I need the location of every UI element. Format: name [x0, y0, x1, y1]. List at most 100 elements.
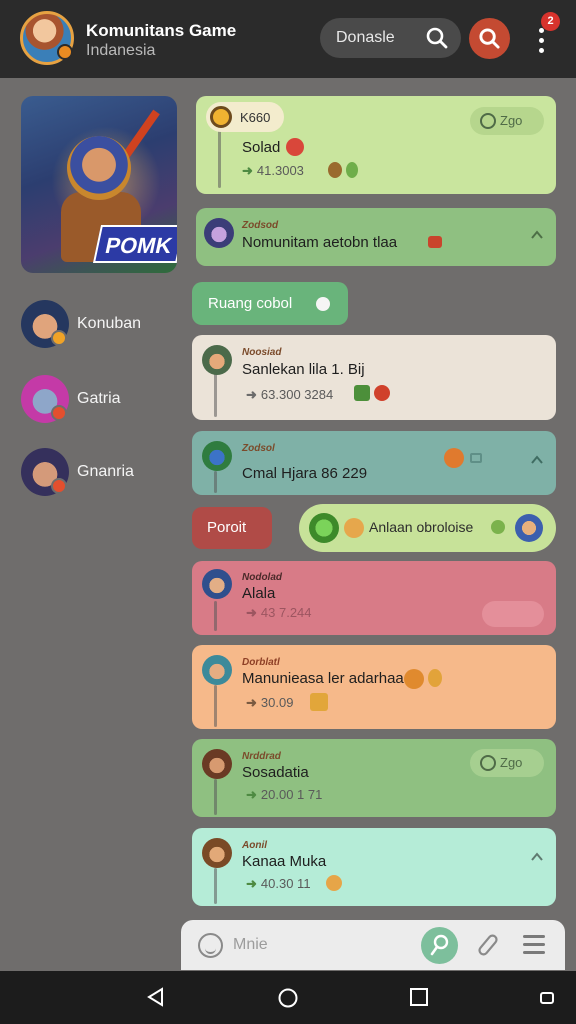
message-meta: ➜ 43 7.244 [246, 605, 312, 620]
message-meta: ➜ 63.300 3284 [246, 387, 334, 402]
search-icon [426, 27, 448, 49]
app-header: Komunitans Game Indanesia Donasle 2 [0, 0, 576, 78]
notification-badge: 2 [541, 12, 560, 31]
chat-pill[interactable]: Anlaan obroloise [299, 504, 556, 552]
rotate-icon[interactable] [539, 990, 555, 1006]
message-card[interactable]: Zodsod Nomunitam aetobn tlaa [196, 208, 556, 266]
gift-icon [310, 693, 328, 711]
egg-icon [328, 162, 342, 178]
featured-game-card[interactable]: POMK [21, 96, 177, 273]
avatar [202, 749, 232, 779]
message-text: Kanaa Muka [242, 853, 327, 870]
thumb-icon [491, 520, 505, 534]
search-circle-icon [479, 28, 500, 49]
message-text: Sanlekan lila 1. Bij [242, 361, 365, 378]
mic-button[interactable] [421, 927, 458, 964]
flame-icon [428, 669, 442, 687]
hero-graphic [67, 136, 131, 200]
message-text: Cmal Hjara 86 229 [242, 465, 368, 482]
message-text: Solad [242, 139, 281, 156]
message-meta: ➜ 20.00 1 71 [246, 787, 323, 802]
expand-icon[interactable] [530, 228, 544, 242]
search-action-button[interactable] [469, 18, 510, 59]
message-composer: Mnie [181, 920, 565, 970]
back-icon[interactable] [146, 987, 166, 1007]
search-pill-label: Donasle [336, 29, 395, 46]
reply-icon [480, 113, 496, 129]
message-meta: ➜ 41.3003 [242, 163, 304, 178]
reply-button[interactable]: Zgo [470, 749, 544, 777]
message-card[interactable]: Aonil Kanaa Muka ➜ 40.30 11 [192, 828, 556, 906]
message-user: Noosiad [242, 347, 282, 358]
status-badge [51, 405, 67, 421]
video-icon [470, 453, 482, 463]
sidebar-item-label: Konuban [77, 315, 142, 332]
message-card[interactable]: Noosiad Sanlekan lila 1. Bij ➜ 63.300 328… [192, 335, 556, 420]
message-meta: ➜ 40.30 11 [246, 876, 311, 891]
emoji-reaction-icon [444, 448, 464, 468]
reply-icon [480, 755, 496, 771]
page-subtitle: Indanesia [86, 42, 156, 59]
avatar [202, 569, 232, 599]
emoji-reaction-icon [326, 875, 342, 891]
message-card[interactable]: Dorblatl Manunieasa ler adarhaa ➜ 30.09 [192, 645, 556, 729]
message-user: Zodsol [242, 443, 275, 454]
game-logo: POMK [92, 225, 177, 263]
avatar [204, 218, 234, 248]
message-card[interactable]: Zodsol Cmal Hjara 86 229 [192, 431, 556, 495]
message-card[interactable]: K660 Solad ➜ 41.3003 Zgo [196, 96, 556, 194]
sidebar-item-konuban[interactable]: Konuban [21, 300, 181, 350]
avatar [202, 655, 232, 685]
status-dot [57, 44, 73, 60]
play-icon [316, 297, 330, 311]
recents-icon[interactable] [409, 987, 429, 1007]
sidebar-item-gatria[interactable]: Gatria [21, 375, 181, 425]
gift-icon [428, 236, 442, 248]
sidebar-item-gnanria[interactable]: Gnanria [21, 448, 181, 498]
emoji-icon[interactable] [198, 933, 223, 958]
emoji-icon [344, 518, 364, 538]
avatar [309, 513, 339, 543]
reaction-button[interactable] [482, 601, 544, 627]
coin-icon [210, 106, 232, 128]
home-icon[interactable] [277, 987, 299, 1009]
message-meta: ➜ 30.09 [246, 695, 294, 710]
chat-room-button[interactable]: Ruang cobol [192, 282, 348, 325]
sidebar-item-label: Gatria [77, 390, 121, 407]
message-text: Nomunitam aetobn tlaa [242, 234, 398, 251]
message-user: Nrddrad [242, 751, 281, 762]
emoji-reaction-icon [404, 669, 424, 689]
system-nav-bar [0, 971, 576, 1024]
message-text: Alala [242, 585, 276, 602]
expand-icon[interactable] [530, 453, 544, 467]
avatar [202, 345, 232, 375]
avatar [202, 441, 232, 471]
sidebar-item-label: Gnanria [77, 463, 134, 480]
user-chip: K660 [206, 102, 284, 132]
message-text: Sosadatia [242, 764, 309, 781]
avatar [202, 838, 232, 868]
potion-icon [354, 385, 370, 401]
menu-icon[interactable] [523, 935, 545, 959]
report-button[interactable]: Poroit [192, 507, 272, 549]
mic-icon [430, 934, 449, 956]
search-pill-button[interactable]: Donasle [320, 18, 461, 58]
message-user: Nodolad [242, 572, 282, 583]
message-user: Zodsod [242, 220, 279, 231]
community-avatar[interactable] [20, 11, 74, 65]
message-user: K660 [240, 110, 271, 125]
message-card[interactable]: Nodolad Alala ➜ 43 7.244 [192, 561, 556, 635]
reply-button[interactable]: Zgo [470, 107, 544, 135]
avatar [515, 514, 543, 542]
attach-icon[interactable] [475, 932, 501, 958]
message-user: Dorblatl [242, 657, 280, 668]
page-title: Komunitans Game [86, 21, 237, 40]
expand-icon[interactable] [530, 850, 544, 864]
flame-icon [374, 385, 390, 401]
leaf-icon [346, 162, 358, 178]
status-badge [51, 330, 67, 346]
message-user: Aonil [242, 840, 267, 851]
message-input[interactable]: Mnie [233, 936, 268, 954]
chat-pill-text: Anlaan obroloise [369, 519, 474, 535]
message-card[interactable]: Nrddrad Sosadatia ➜ 20.00 1 71 Zgo [192, 739, 556, 817]
